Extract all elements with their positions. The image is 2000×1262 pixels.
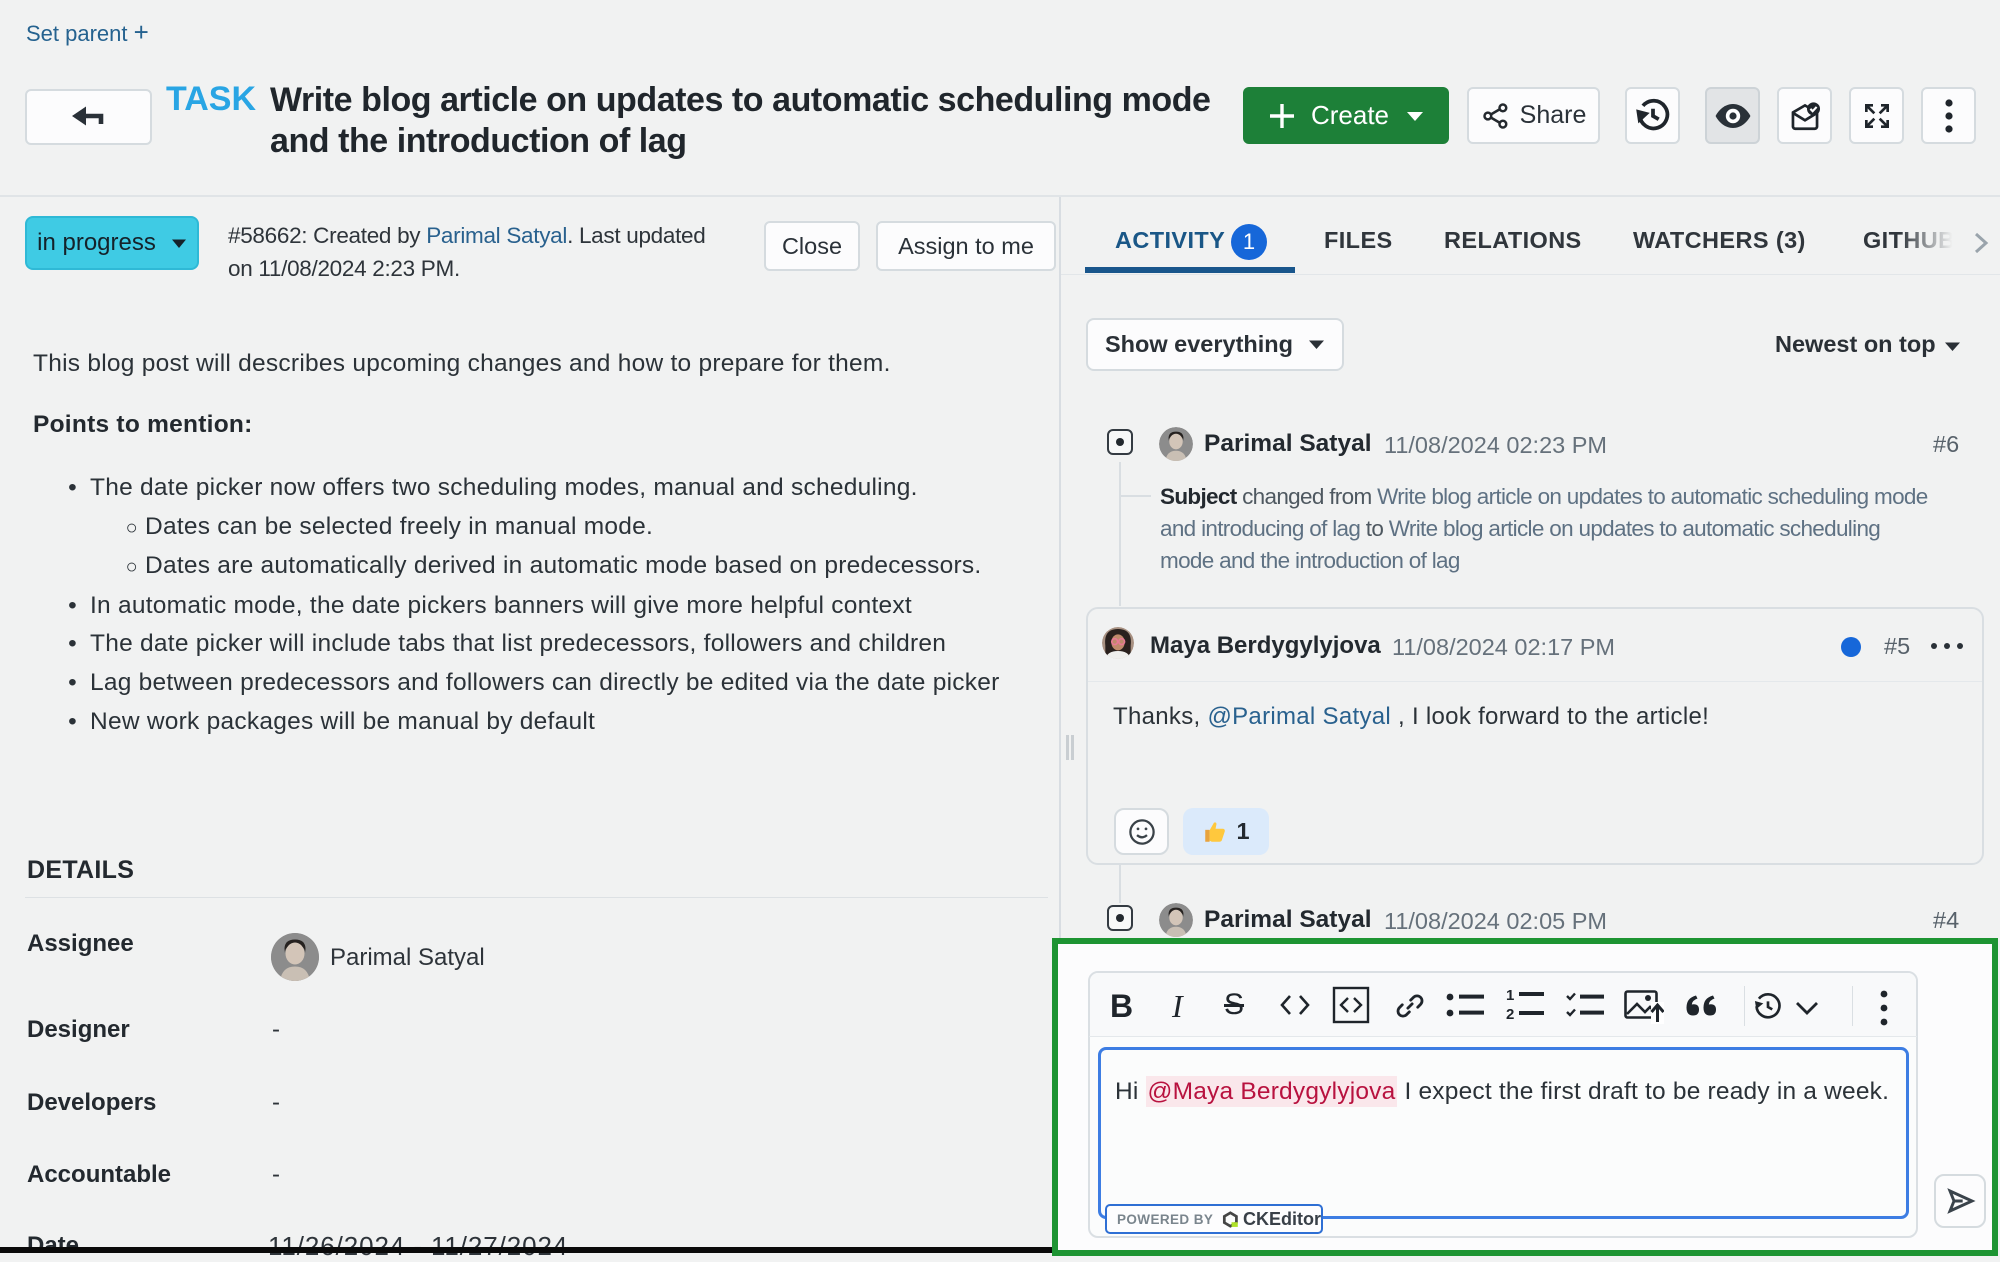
svg-text:2: 2 [1506,1006,1514,1022]
svg-text:1: 1 [1506,988,1514,1004]
